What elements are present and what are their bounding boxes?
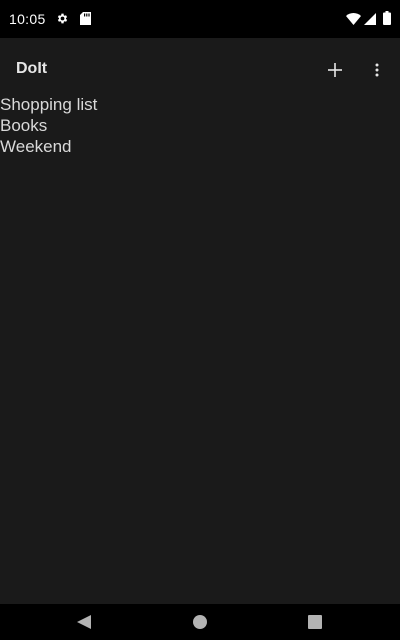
status-time: 10:05	[9, 11, 46, 27]
signal-icon	[364, 13, 376, 25]
list-container: Shopping list Books Weekend	[0, 94, 400, 604]
overflow-menu-icon	[375, 63, 379, 77]
battery-icon	[383, 11, 391, 25]
recents-icon	[308, 615, 322, 629]
list-item[interactable]: Books	[0, 115, 400, 136]
home-button[interactable]	[190, 612, 210, 632]
home-icon	[193, 615, 207, 629]
recents-button[interactable]	[305, 612, 325, 632]
add-list-button[interactable]	[319, 54, 351, 86]
add-icon	[328, 63, 342, 77]
todo-lists: Shopping list Books Weekend	[0, 94, 400, 157]
back-icon	[77, 615, 91, 629]
status-bar: 10:05	[0, 0, 400, 38]
gear-icon	[57, 13, 68, 24]
list-item[interactable]: Weekend	[0, 136, 400, 157]
sd-card-icon	[80, 12, 91, 25]
list-item[interactable]: Shopping list	[0, 94, 400, 115]
app-bar: DoIt	[0, 38, 400, 94]
navigation-bar	[0, 604, 400, 640]
wifi-icon	[346, 13, 361, 25]
screen: 10:05 DoIt Shopping list Books Weekend	[0, 0, 400, 640]
back-button[interactable]	[74, 612, 94, 632]
app-title: DoIt	[16, 60, 48, 77]
overflow-menu-button[interactable]	[361, 54, 393, 86]
